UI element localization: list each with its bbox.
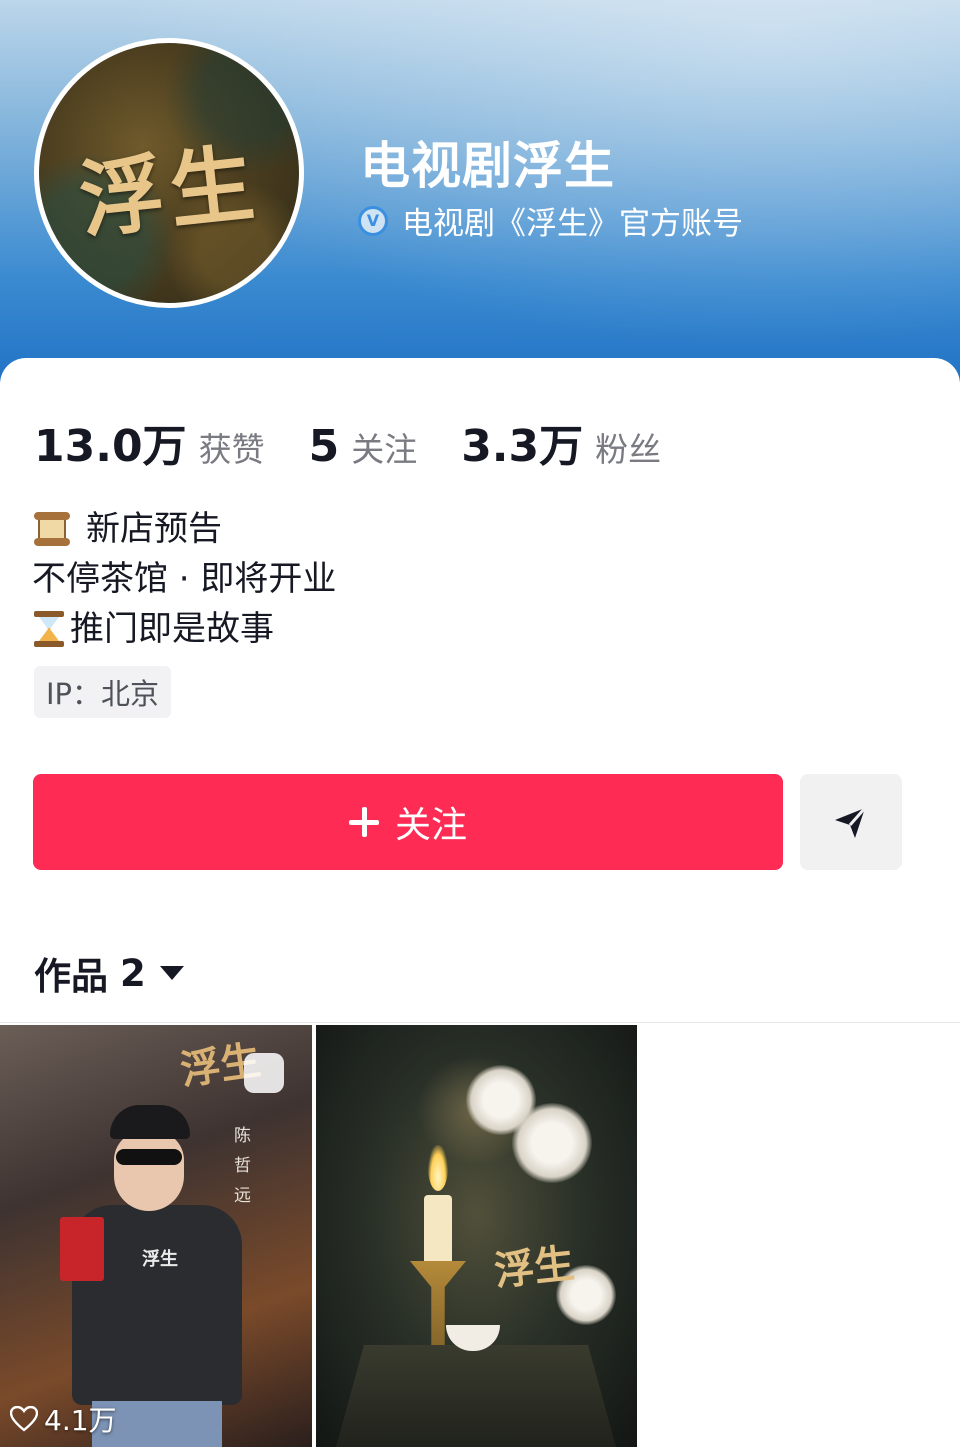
stat-followers-value: 3.3万 xyxy=(461,421,584,472)
works-count: 2 xyxy=(120,951,146,995)
stat-following-label: 关注 xyxy=(351,430,418,469)
verified-info: V 电视剧《浮生》官方账号 xyxy=(358,198,743,243)
video-thumbnail-1[interactable]: 浮生 陈 哲 远 浮生 4.1万 xyxy=(0,1025,312,1447)
video-1-likes-count: 4.1万 xyxy=(44,1404,117,1437)
candle-flame-art xyxy=(428,1145,448,1191)
person-figure: 浮生 xyxy=(60,1105,252,1447)
profile-content-card: 13.0万 获赞 5 关注 3.3万 粉丝 新店预告 不停茶馆 · 即将开业 推… xyxy=(0,358,960,1447)
stat-following-value: 5 xyxy=(308,421,340,472)
stat-following[interactable]: 5 关注 xyxy=(309,421,418,472)
stats-row: 13.0万 获赞 5 关注 3.3万 粉丝 xyxy=(34,410,705,474)
bio-line-2: 不停茶馆 · 即将开业 xyxy=(32,554,336,604)
bio-line-3-text: 推门即是故事 xyxy=(70,609,274,649)
hourglass-emoji-icon xyxy=(34,611,64,647)
avatar[interactable]: 浮生 xyxy=(34,38,304,308)
account-name: 电视剧浮生 xyxy=(360,137,615,195)
bio-line-1-text: 新店预告 xyxy=(86,509,222,549)
verified-text: 电视剧《浮生》官方账号 xyxy=(402,206,743,242)
scroll-emoji-icon xyxy=(34,512,70,546)
heart-icon xyxy=(10,1406,38,1432)
stat-followers[interactable]: 3.3万 粉丝 xyxy=(461,410,661,474)
video-thumbnail-2[interactable]: 浮生 xyxy=(316,1025,637,1447)
stat-likes[interactable]: 13.0万 获赞 xyxy=(34,410,265,474)
bio-line-1: 新店预告 xyxy=(32,504,336,554)
video-2-title-art: 浮生 xyxy=(492,1239,577,1296)
send-icon xyxy=(835,807,867,838)
bio-line-2-text: 不停茶馆 · 即将开业 xyxy=(32,559,337,599)
plus-icon xyxy=(348,807,379,837)
works-tab[interactable]: 作品 2 xyxy=(34,946,184,1000)
flower-art xyxy=(512,1103,592,1183)
stat-likes-label: 获赞 xyxy=(198,430,265,469)
stat-likes-value: 13.0万 xyxy=(34,421,187,472)
bio: 新店预告 不停茶馆 · 即将开业 推门即是故事 xyxy=(32,504,336,654)
ip-location-tag: IP：北京 xyxy=(34,666,172,718)
bio-line-3: 推门即是故事 xyxy=(32,604,336,654)
divider xyxy=(0,1022,960,1023)
video-1-likes: 4.1万 xyxy=(10,1399,117,1439)
pinned-icon xyxy=(244,1053,284,1093)
video-grid: 浮生 陈 哲 远 浮生 4.1万 浮生 xyxy=(0,1025,960,1447)
works-label: 作品 xyxy=(34,955,108,998)
stat-followers-label: 粉丝 xyxy=(595,430,662,469)
share-button[interactable] xyxy=(800,774,902,870)
follow-button[interactable]: 关注 xyxy=(33,774,783,870)
profile-page: 浮生 电视剧浮生 V 电视剧《浮生》官方账号 13.0万 获赞 5 关注 3.3… xyxy=(0,0,960,1447)
table-art xyxy=(336,1345,616,1447)
verified-icon: V xyxy=(358,205,388,236)
follow-button-label: 关注 xyxy=(394,805,467,846)
candle-art xyxy=(424,1195,452,1265)
caret-down-icon xyxy=(159,966,184,980)
